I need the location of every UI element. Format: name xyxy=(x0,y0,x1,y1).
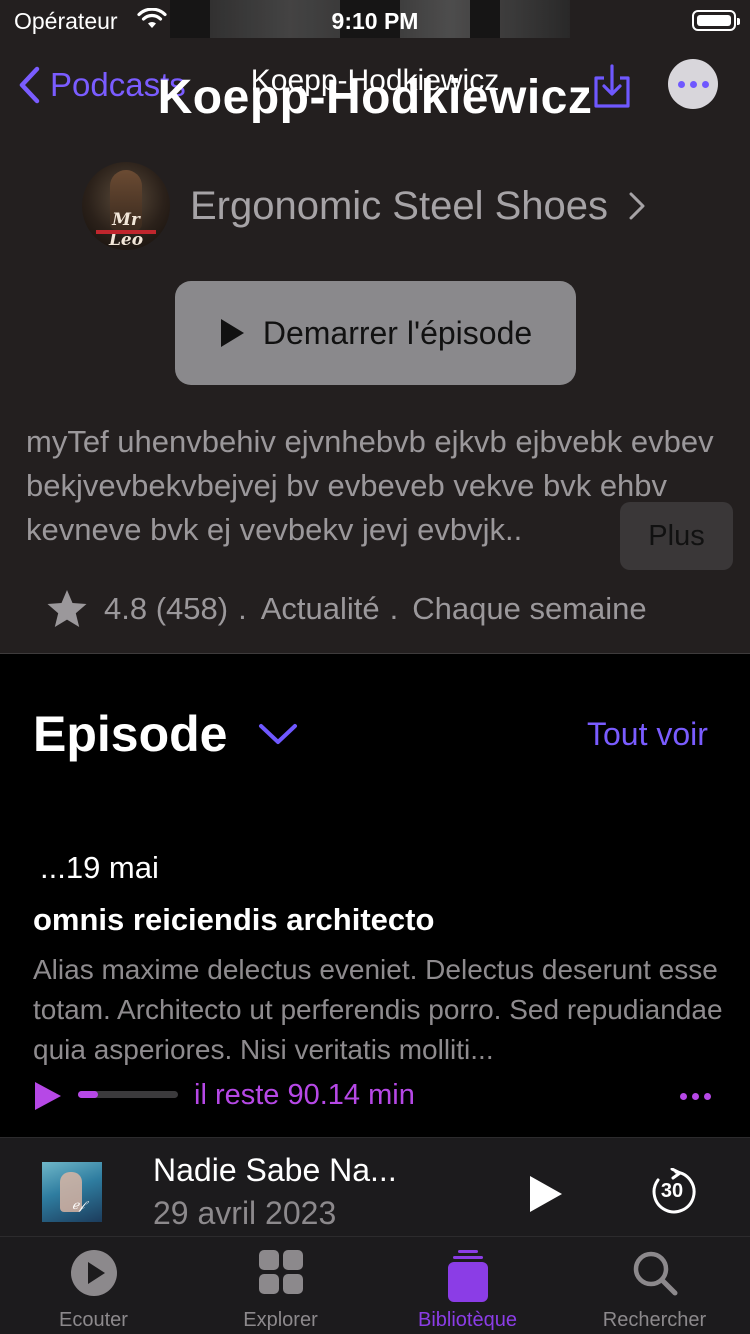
episode-date: ...19 mai xyxy=(40,850,159,885)
category-label[interactable]: Actualité xyxy=(261,591,380,627)
episode-more-button[interactable] xyxy=(680,1086,720,1106)
star-icon xyxy=(47,590,87,627)
battery-icon xyxy=(692,10,740,31)
now-playing-artwork: ℯ𝒻 xyxy=(42,1162,102,1222)
show-artwork: Mr Leo xyxy=(82,162,170,250)
back-button-label: Podcasts xyxy=(50,66,186,103)
ellipsis-icon xyxy=(677,80,685,88)
clock-label: 9:10 PM xyxy=(331,8,419,34)
now-playing-date: 29 avril 2023 xyxy=(153,1195,337,1231)
episode-title: omnis reiciendis architecto xyxy=(33,902,435,937)
chevron-down-icon[interactable] xyxy=(258,722,298,746)
chevron-left-icon xyxy=(19,66,40,104)
tab-bibliotheque[interactable]: Bibliotèque xyxy=(374,1237,561,1334)
tab-explorer[interactable]: Explorer xyxy=(187,1237,374,1334)
play-episode-label: Demarrer l'épisode xyxy=(262,314,533,351)
episode-progress-fill xyxy=(78,1091,98,1098)
search-icon xyxy=(633,1251,677,1296)
episode-remaining-time: il reste 90.14 min xyxy=(194,1079,415,1111)
podcast-show-screen: Opérateur 9:10 PM Podcasts Koepp-Hodkiew… xyxy=(0,0,750,1334)
mini-play-icon[interactable] xyxy=(528,1174,564,1214)
meta-separator: . xyxy=(238,591,247,626)
mini-player[interactable]: ℯ𝒻 Nadie Sabe Na... 29 avril 2023 30 xyxy=(0,1137,750,1237)
episode-play-icon[interactable] xyxy=(34,1081,62,1111)
library-stack-icon xyxy=(447,1250,488,1302)
show-name: Ergonomic Steel Shoes xyxy=(190,183,609,228)
rating-label: 4.8 (458) xyxy=(104,591,229,626)
chevron-right-icon xyxy=(629,192,645,220)
more-options-button[interactable] xyxy=(668,59,718,109)
skip-forward-button[interactable]: 30 xyxy=(648,1167,696,1216)
tab-label: Explorer xyxy=(243,1309,318,1331)
tab-ecouter[interactable]: Ecouter xyxy=(0,1237,187,1334)
frequency-label: Chaque semaine xyxy=(412,591,647,626)
play-episode-button[interactable]: Demarrer l'épisode xyxy=(175,281,576,385)
download-button[interactable] xyxy=(590,62,634,110)
tab-bar: Ecouter Explorer Bibliotèque Rechercher xyxy=(0,1236,750,1334)
meta-separator: . xyxy=(389,591,399,626)
download-icon xyxy=(594,64,630,108)
show-link[interactable]: Mr Leo Ergonomic Steel Shoes xyxy=(82,158,646,254)
show-meta: 4.8 (458) . Actualité . Chaque semaine xyxy=(46,585,647,633)
tab-label: Bibliotèque xyxy=(418,1309,517,1331)
play-circle-icon xyxy=(70,1250,117,1296)
tab-label: Rechercher xyxy=(602,1309,707,1331)
now-playing-title: Nadie Sabe Na... xyxy=(153,1152,397,1188)
see-all-link[interactable]: Tout voir xyxy=(587,716,708,753)
back-button[interactable]: Podcasts xyxy=(16,60,186,110)
episode-description: Alias maxime delectus eveniet. Delectus … xyxy=(33,954,723,1065)
header-divider xyxy=(0,653,750,654)
show-header: Opérateur 9:10 PM Podcasts Koepp-Hodkiew… xyxy=(0,0,750,654)
tab-rechercher[interactable]: Rechercher xyxy=(561,1237,748,1334)
skip-seconds-label: 30 xyxy=(660,1180,684,1202)
status-bar: Opérateur 9:10 PM xyxy=(0,0,750,40)
episode-progress-bar xyxy=(78,1091,178,1098)
play-icon xyxy=(220,319,244,347)
grid-icon xyxy=(258,1250,303,1294)
ellipsis-icon xyxy=(680,1092,687,1100)
tab-label: Ecouter xyxy=(59,1309,128,1331)
more-description-button[interactable]: Plus xyxy=(620,502,733,570)
episodes-heading[interactable]: Episode xyxy=(33,705,227,763)
